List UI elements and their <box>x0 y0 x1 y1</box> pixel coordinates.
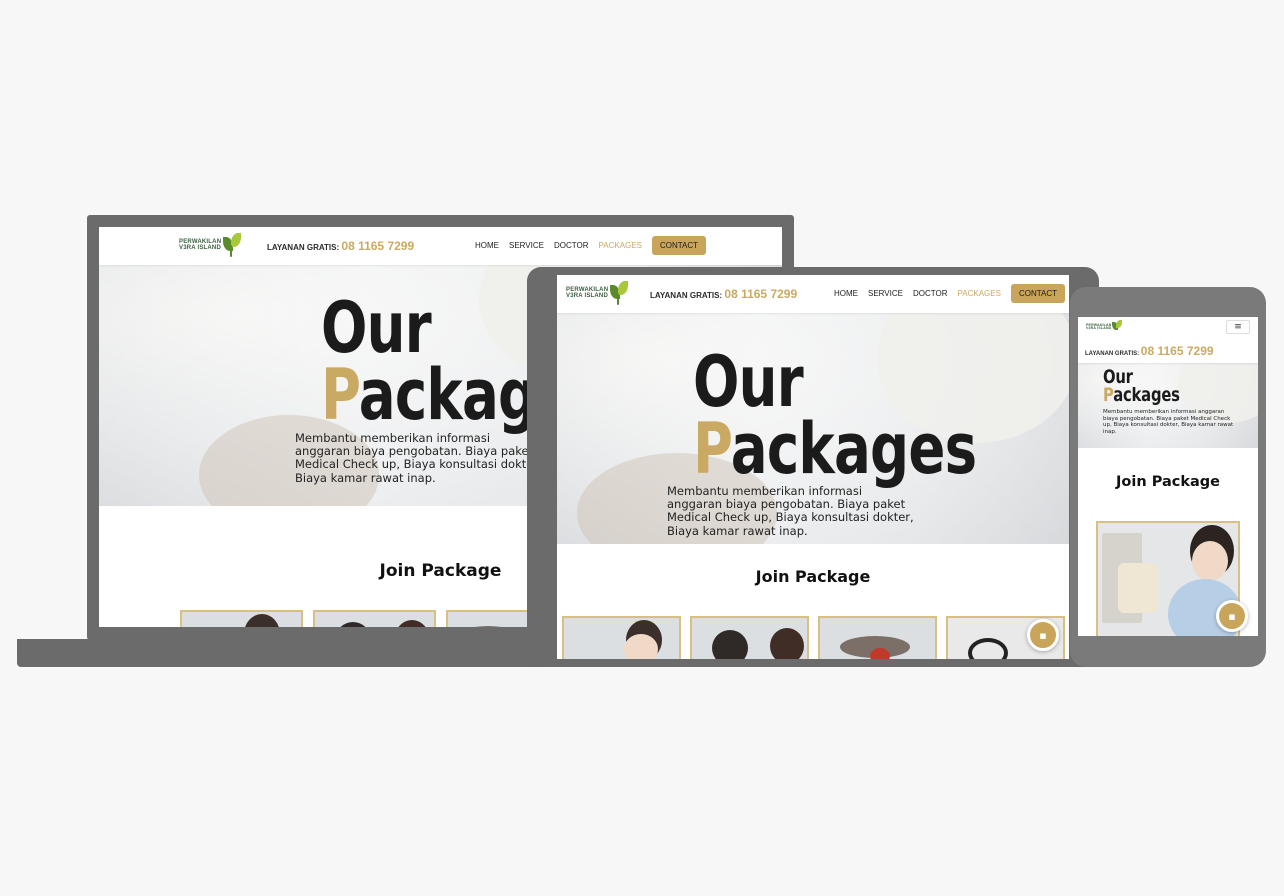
phone-screen: PERWAKILAN V3RA ISLAND ≡ LAYANAN GRATIS:… <box>1078 317 1258 636</box>
hotline-label: LAYANAN GRATIS: <box>650 291 723 300</box>
site-header: PERWAKILAN V3RA ISLAND LAYANAN GRATIS: 0… <box>557 275 1069 313</box>
nav-packages[interactable]: PACKAGES <box>599 241 642 250</box>
nav-contact-button[interactable]: CONTACT <box>651 236 707 255</box>
tablet-mockup: PERWAKILAN V3RA ISLAND LAYANAN GRATIS: 0… <box>527 267 1099 667</box>
hotline-number[interactable]: 08 1165 7299 <box>1141 344 1214 358</box>
nav-doctor[interactable]: DOCTOR <box>554 241 589 250</box>
chat-bubble-icon[interactable]: ▪ <box>1027 619 1059 651</box>
hotline-number[interactable]: 08 1165 7299 <box>341 239 414 253</box>
nav-doctor[interactable]: DOCTOR <box>913 289 948 298</box>
hamburger-menu-icon[interactable]: ≡ <box>1226 320 1250 334</box>
hero-description: Membantu memberikan informasi anggaran b… <box>667 484 967 538</box>
hero-desc-line: Medical Check up, Biaya konsultasi dokte… <box>667 510 914 525</box>
nav-service[interactable]: SERVICE <box>868 289 903 298</box>
hero-title-initial: P <box>1103 384 1114 407</box>
leaf-logo-icon <box>223 233 242 257</box>
hero-title: Our Packages <box>1103 367 1180 407</box>
site-logo[interactable]: PERWAKILAN V3RA ISLAND <box>1086 320 1123 334</box>
join-package-title: Join Package <box>1116 474 1220 490</box>
logo-line2: V3RA ISLAND <box>566 293 608 299</box>
hero-title-initial: P <box>321 353 360 436</box>
join-package-title: Join Package <box>755 567 871 586</box>
nav-home[interactable]: HOME <box>834 289 858 298</box>
hero-title-rest: ackages <box>1113 384 1180 407</box>
hero-desc-line: Biaya kamar rawat inap. <box>667 523 808 538</box>
site-header: PERWAKILAN V3RA ISLAND LAYANAN GRATIS: 0… <box>99 227 782 265</box>
hotline: LAYANAN GRATIS: 08 1165 7299 <box>650 287 797 301</box>
hero-title-line1: Our <box>693 341 804 423</box>
hero-title: Our Packages <box>693 341 977 483</box>
hero-title-initial: P <box>693 407 732 490</box>
tablet-screen: PERWAKILAN V3RA ISLAND LAYANAN GRATIS: 0… <box>557 275 1069 659</box>
main-nav: HOME SERVICE DOCTOR PACKAGES CONTACT <box>475 236 707 255</box>
logo-line2: V3RA ISLAND <box>179 245 221 251</box>
hotline-number[interactable]: 08 1165 7299 <box>724 287 797 301</box>
leaf-logo-icon <box>610 281 629 305</box>
hero-banner: Our Packages Membantu memberikan informa… <box>557 313 1069 544</box>
package-card[interactable] <box>180 610 303 627</box>
package-card[interactable] <box>818 616 937 659</box>
nav-packages[interactable]: PACKAGES <box>958 289 1001 298</box>
hotline-label: LAYANAN GRATIS: <box>1085 351 1140 357</box>
package-card[interactable] <box>690 616 809 659</box>
site-logo[interactable]: PERWAKILAN V3RA ISLAND <box>179 233 242 257</box>
site-header: PERWAKILAN V3RA ISLAND ≡ LAYANAN GRATIS:… <box>1078 317 1258 363</box>
hotline: LAYANAN GRATIS: 08 1165 7299 <box>1085 344 1214 358</box>
main-nav: HOME SERVICE DOCTOR PACKAGES CONTACT <box>834 284 1066 303</box>
hero-banner: Our Packages Membantu memberikan informa… <box>1078 363 1258 448</box>
phone-mockup: PERWAKILAN V3RA ISLAND ≡ LAYANAN GRATIS:… <box>1070 287 1266 667</box>
hotline-label: LAYANAN GRATIS: <box>267 243 340 252</box>
chat-bubble-icon[interactable]: ▪ <box>1216 600 1248 632</box>
hotline: LAYANAN GRATIS: 08 1165 7299 <box>267 239 414 253</box>
site-logo[interactable]: PERWAKILAN V3RA ISLAND <box>566 281 629 305</box>
nav-contact-button[interactable]: CONTACT <box>1010 284 1066 303</box>
package-card[interactable] <box>562 616 681 659</box>
nav-home[interactable]: HOME <box>475 241 499 250</box>
hero-description: Membantu memberikan informasi anggaran b… <box>1103 409 1234 435</box>
hero-title-rest: ackages <box>730 407 977 490</box>
logo-line2: V3RA ISLAND <box>1086 326 1112 330</box>
package-card[interactable] <box>313 610 436 627</box>
nav-service[interactable]: SERVICE <box>509 241 544 250</box>
leaf-logo-icon <box>1112 320 1123 334</box>
